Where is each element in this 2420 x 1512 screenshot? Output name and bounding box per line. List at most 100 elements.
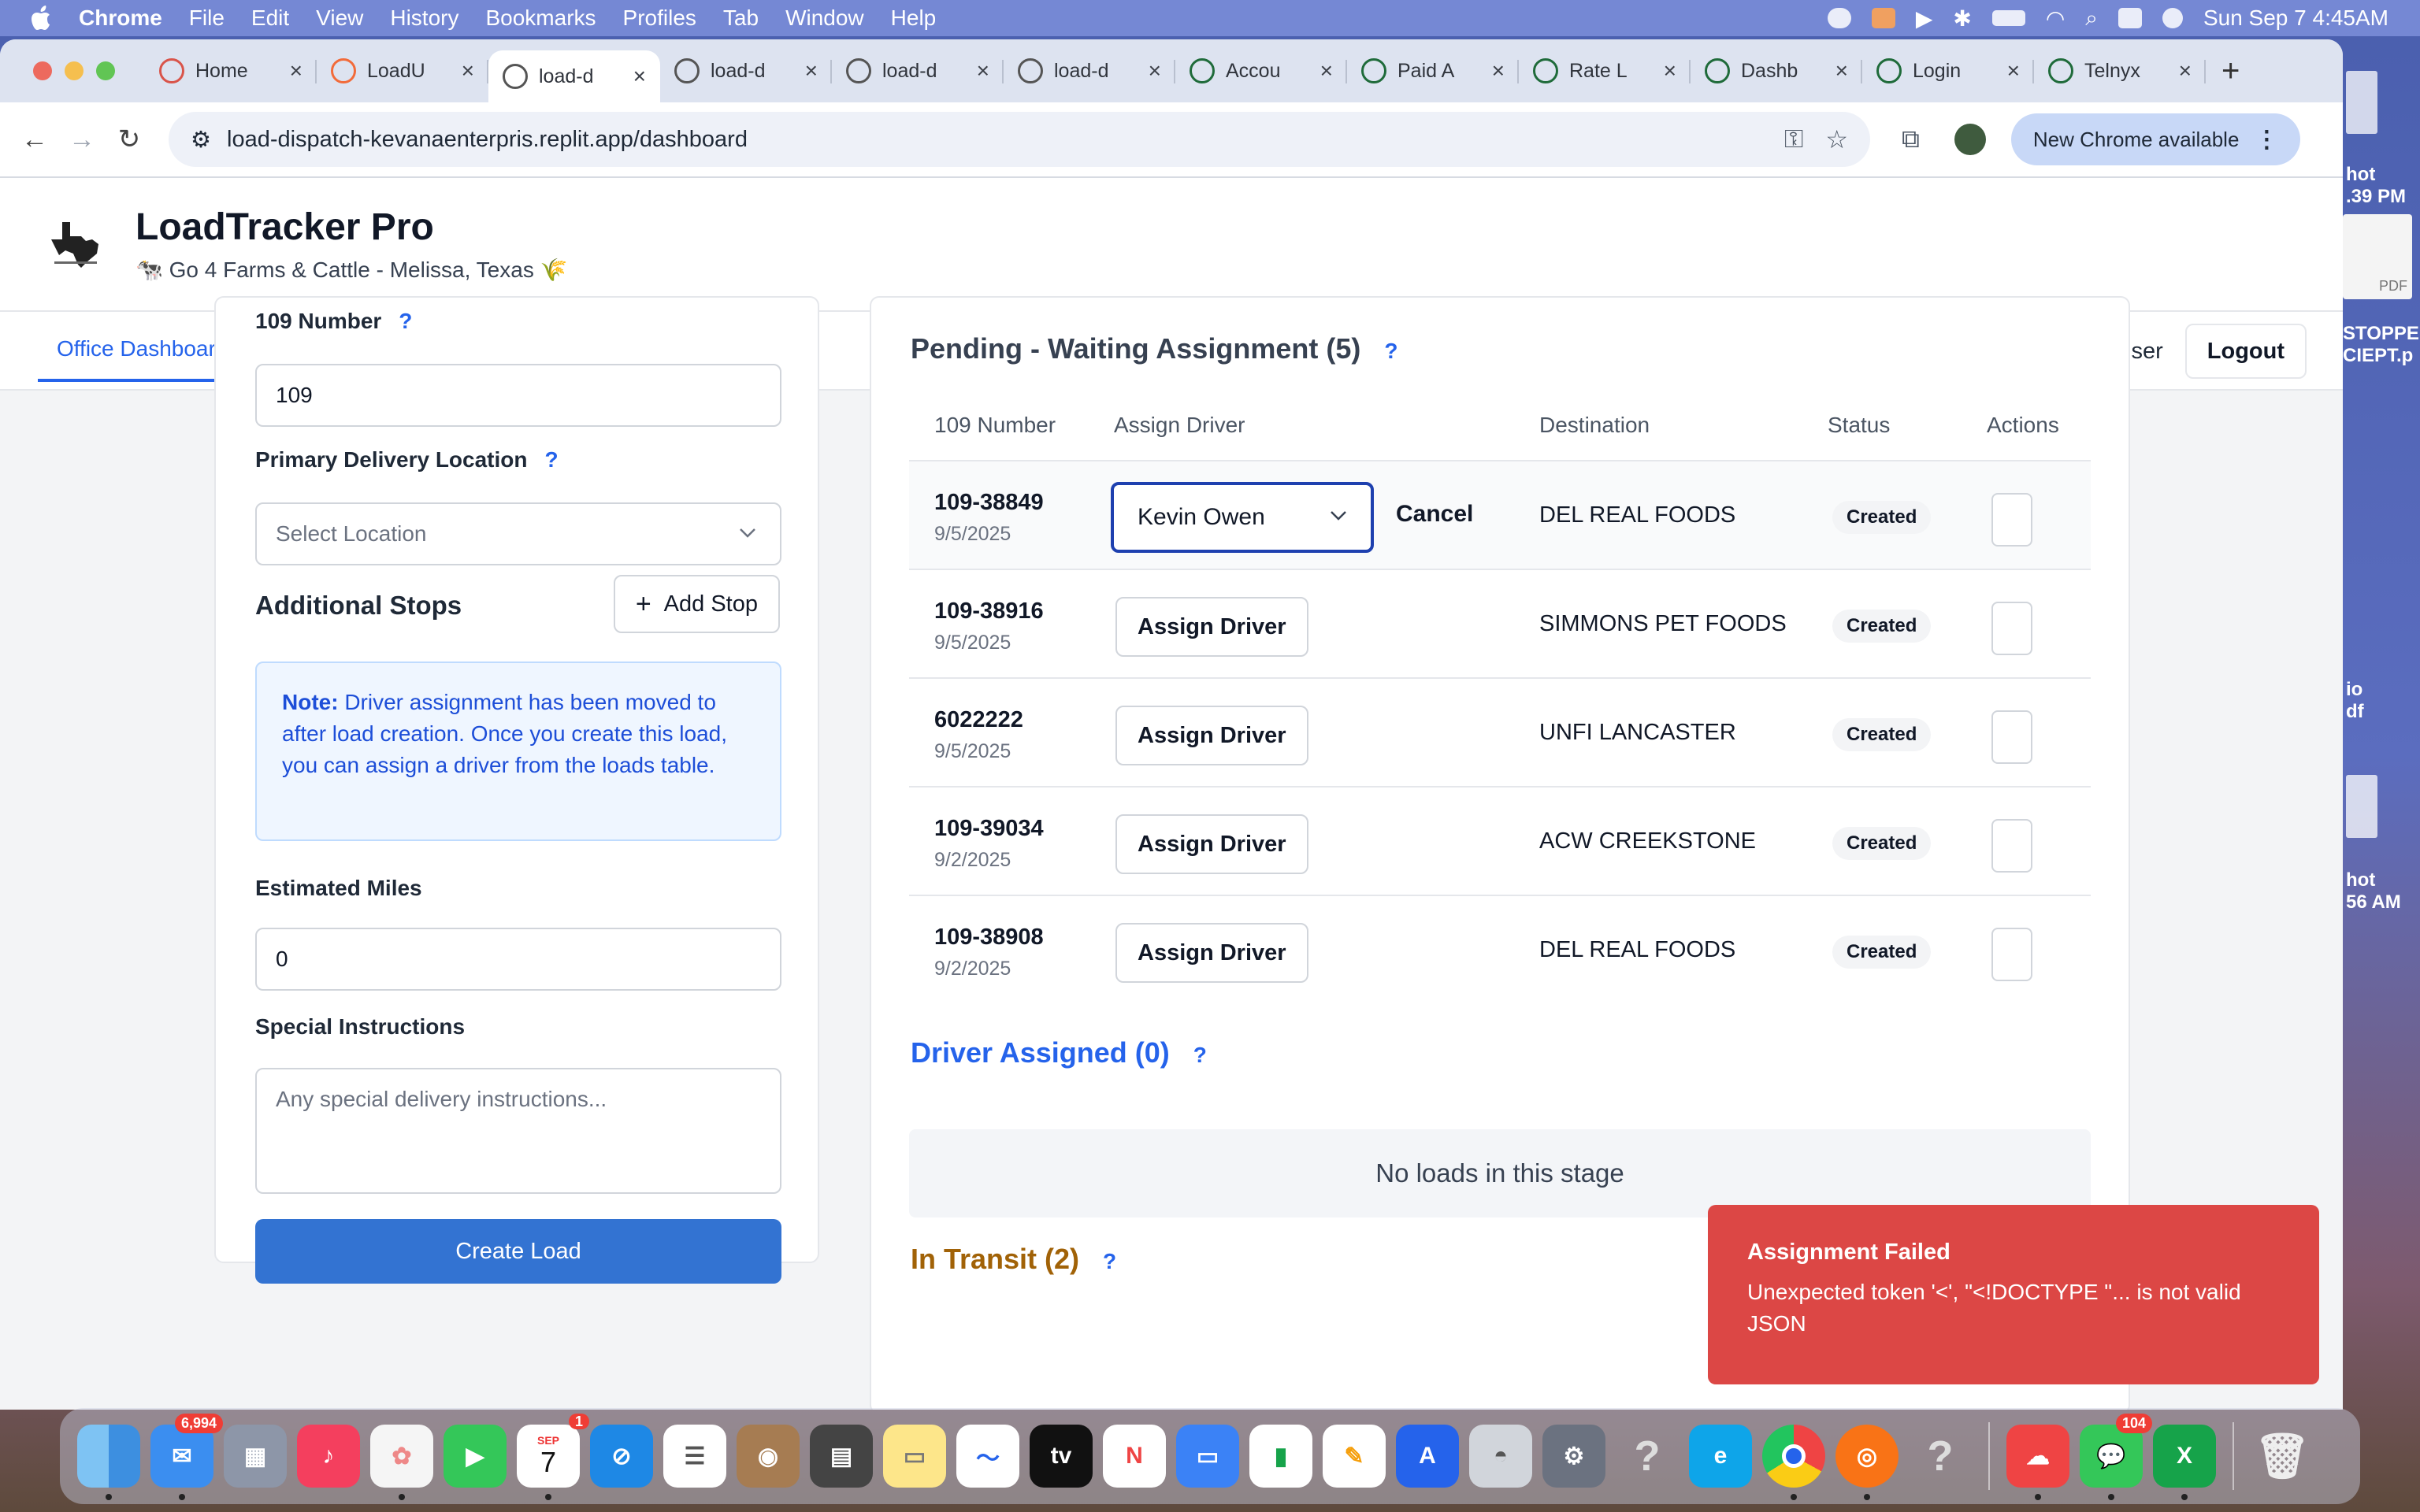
browser-tab[interactable]: Dashb × [1691,47,1862,94]
menu-window[interactable]: Window [785,6,864,31]
row-action-checkbox[interactable] [1991,928,2032,981]
tab-search-icon[interactable]: ⧉ [1902,124,1920,154]
close-tab-icon[interactable]: × [1835,58,1848,83]
mail-icon[interactable]: ✉ 6,994 [150,1414,223,1500]
more-menu-icon[interactable]: ⋮ [2255,126,2278,154]
back-icon[interactable]: ← [11,124,58,155]
menu-view[interactable]: View [316,6,363,31]
keynote-icon[interactable]: ▭ [1176,1425,1239,1488]
close-tab-icon[interactable]: × [633,64,646,89]
menu-help[interactable]: Help [891,6,937,31]
clock-text[interactable]: Sun Sep 7 4:45AM [2203,6,2388,31]
close-tab-icon[interactable]: × [1492,58,1505,83]
browser-tab[interactable]: load-d × [832,47,1004,94]
new-tab-button[interactable]: + [2221,54,2240,89]
freeform-icon[interactable]: 〜 [956,1425,1019,1488]
desktop-label[interactable]: hot 56 AM [2346,869,2412,914]
reload-icon[interactable]: ↻ [106,124,153,155]
location-help-icon[interactable]: ? [544,447,558,472]
desktop-file-thumb[interactable] [2346,71,2377,134]
number-help-icon[interactable]: ? [399,309,412,333]
finder-icon[interactable] [77,1425,140,1500]
menu-history[interactable]: History [390,6,458,31]
photos-icon[interactable]: ✿ [370,1425,433,1500]
notification-icon[interactable] [1871,8,1895,28]
apple-icon[interactable] [28,4,57,32]
menu-app-name[interactable]: Chrome [79,6,162,31]
browser-tab[interactable]: load-d × [488,50,660,102]
menu-profiles[interactable]: Profiles [623,6,696,31]
launchpad-icon[interactable]: ▦ [224,1425,287,1488]
apple-tv-icon[interactable]: tv [1030,1425,1093,1488]
menu-file[interactable]: File [189,6,225,31]
edge-icon[interactable]: e [1689,1425,1752,1488]
search-icon[interactable]: ⌕ [2085,6,2098,32]
zoom-window-button[interactable] [96,61,115,80]
close-tab-icon[interactable]: × [1149,58,1161,83]
miles-input[interactable]: 0 [255,928,781,991]
desktop-label[interactable]: io df [2346,679,2412,723]
row-action-checkbox[interactable] [1991,493,2032,547]
wifi-icon[interactable]: ◠ [2046,6,2065,32]
assign-driver-button[interactable]: Assign Driver [1115,814,1308,874]
browser-tab[interactable]: Home × [145,47,317,94]
address-bar[interactable]: ⚙ load-dispatch-kevanaenterpris.replit.a… [169,112,1870,167]
notes-icon[interactable]: ▭ [883,1425,946,1488]
pdf-file-icon[interactable]: PDF [2343,214,2412,299]
desktop-file-thumb[interactable] [2346,775,2377,838]
close-tab-icon[interactable]: × [2179,58,2192,83]
driver-select[interactable]: Kevin Owen [1111,482,1374,553]
browser-tab[interactable]: LoadU × [317,47,488,94]
browser-tab[interactable]: Telnyx × [2034,47,2206,94]
music-icon[interactable]: ♪ [297,1425,360,1488]
excel-icon[interactable]: X [2153,1425,2216,1500]
browser-tab[interactable]: Login × [1862,47,2034,94]
pages-icon[interactable]: ✎ [1323,1425,1386,1488]
control-center-icon[interactable] [2118,8,2142,28]
chrome-icon[interactable] [1762,1425,1825,1500]
calculator-icon[interactable]: ▤ [810,1425,873,1488]
close-tab-icon[interactable]: × [1320,58,1333,83]
assigned-help-icon[interactable]: ? [1193,1043,1207,1067]
assign-driver-button[interactable]: Assign Driver [1115,923,1308,983]
site-info-icon[interactable]: ⚙ [191,126,211,154]
menu-bookmarks[interactable]: Bookmarks [485,6,596,31]
assign-driver-button[interactable]: Assign Driver [1115,706,1308,765]
key-icon[interactable]: ⚿ [1784,124,1803,154]
menu-tab[interactable]: Tab [723,6,759,31]
close-tab-icon[interactable]: × [290,58,302,83]
safari-icon[interactable]: ⊘ [590,1425,653,1488]
bookmark-star-icon[interactable]: ☆ [1825,124,1848,154]
close-tab-icon[interactable]: × [2007,58,2020,83]
error-toast[interactable]: Assignment Failed Unexpected token '<', … [1708,1205,2319,1384]
news-icon[interactable]: N [1103,1425,1166,1488]
url-text[interactable]: load-dispatch-kevanaenterpris.replit.app… [227,127,1762,153]
location-select[interactable]: Select Location [255,502,781,565]
row-action-checkbox[interactable] [1991,819,2032,873]
minimize-window-button[interactable] [65,61,84,80]
create-load-button[interactable]: Create Load [255,1219,781,1284]
browser-tab[interactable]: Rate L × [1519,47,1691,94]
pending-help-icon[interactable]: ? [1384,339,1397,363]
play-icon[interactable]: ▶ [1916,6,1933,32]
bluetooth-icon[interactable]: ✱ [1953,6,1971,32]
siri-icon[interactable] [2162,8,2183,28]
numbers-icon[interactable]: ▮ [1249,1425,1312,1488]
cancel-assign-button[interactable]: Cancel [1396,501,1473,528]
forward-icon[interactable]: → [58,124,106,155]
close-tab-icon[interactable]: × [462,58,474,83]
calendar-icon[interactable]: SEP 7 1 [517,1414,589,1500]
cloud-icon[interactable] [1827,8,1851,28]
new-chrome-button[interactable]: New Chrome available ⋮ [2010,113,2301,165]
instructions-textarea[interactable]: Any special delivery instructions... [255,1068,781,1194]
close-tab-icon[interactable]: × [1664,58,1676,83]
close-window-button[interactable] [33,61,52,80]
battery-icon[interactable] [1991,10,2025,26]
trash-icon[interactable]: 🗑 [2251,1425,2314,1488]
migration-icon[interactable]: ◓ [1469,1425,1532,1488]
browser-tab[interactable]: Accou × [1175,47,1347,94]
unknown-app-icon[interactable]: ? [1616,1425,1679,1488]
profile-avatar[interactable] [1954,124,1986,155]
assign-driver-button[interactable]: Assign Driver [1115,597,1308,657]
facetime-icon[interactable]: ▶ [444,1425,507,1488]
